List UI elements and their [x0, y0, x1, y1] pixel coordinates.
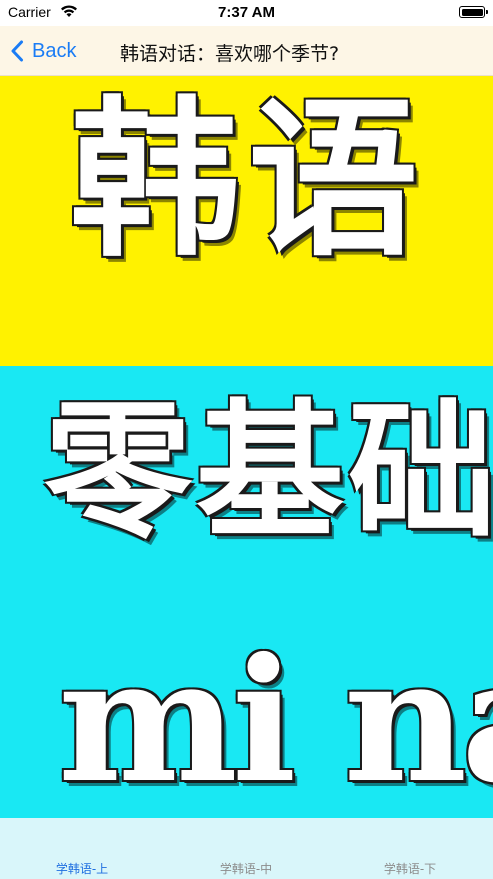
battery-icon: [459, 6, 488, 18]
back-button-label: Back: [32, 39, 77, 62]
hero-banner: 韩语 零基础 mi na: [0, 76, 493, 818]
hero-title-beginner: 零基础: [44, 386, 493, 558]
back-button[interactable]: Back: [10, 36, 76, 66]
status-bar: Carrier 7:37 AM: [0, 0, 493, 26]
tab-learn-korean-1[interactable]: 学韩语-上: [0, 860, 164, 877]
page-title: 韩语对话：喜欢哪个季节?: [120, 43, 340, 65]
tab-bar: 学韩语-上 学韩语-中 学韩语-下: [0, 818, 493, 879]
hero-title-korean: 韩语: [70, 82, 427, 280]
navigation-bar: Back 韩语对话：喜欢哪个季节?: [0, 26, 493, 76]
clock: 7:37 AM: [218, 4, 275, 21]
tab-learn-korean-2[interactable]: 学韩语-中: [164, 860, 328, 877]
tab-learn-korean-3[interactable]: 学韩语-下: [328, 860, 492, 877]
hero-title-mina: mi na: [58, 621, 493, 818]
chevron-left-icon: [11, 40, 23, 62]
